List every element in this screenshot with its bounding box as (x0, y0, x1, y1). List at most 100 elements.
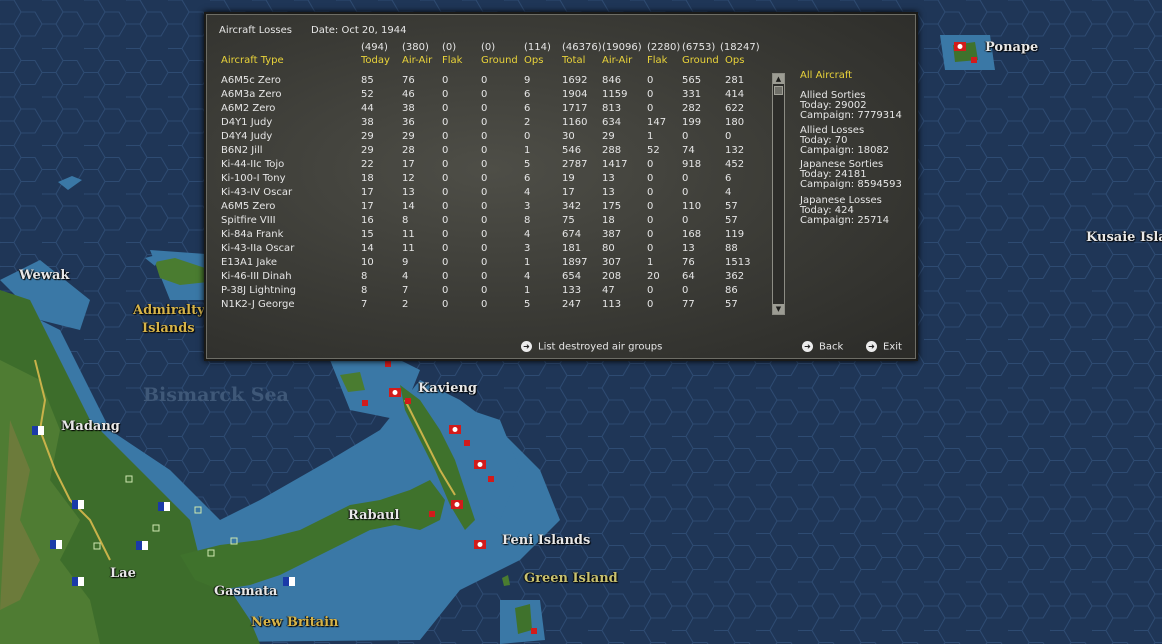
loss-value-cell: 0 (481, 299, 488, 310)
loss-value-cell: 0 (442, 103, 449, 114)
aircraft-losses-panel: Aircraft Losses Date: Oct 20, 1944 (494)… (204, 12, 918, 361)
loss-value-cell: 86 (725, 285, 738, 296)
scroll-down-arrow-icon[interactable]: ▼ (773, 304, 784, 314)
loss-value-cell: 2 (524, 117, 531, 128)
loss-value-cell: 11 (402, 229, 415, 240)
loss-value-cell: 13 (602, 173, 615, 184)
loss-value-cell: 29 (402, 131, 415, 142)
loss-value-cell: 11 (402, 243, 415, 254)
column-header: Ops (725, 55, 745, 66)
loss-value-cell: 387 (602, 229, 622, 240)
loss-value-cell: 29 (361, 131, 374, 142)
aircraft-type-cell: Ki-44-IIc Tojo (221, 159, 285, 170)
exit-label: Exit (883, 341, 902, 353)
loss-value-cell: 30 (562, 131, 575, 142)
loss-value-cell: 247 (562, 299, 582, 310)
loss-value-cell: 133 (562, 285, 582, 296)
loss-value-cell: 0 (481, 131, 488, 142)
loss-value-cell: 13 (402, 187, 415, 198)
loss-value-cell: 0 (682, 173, 689, 184)
loss-value-cell: 5 (524, 299, 531, 310)
loss-value-cell: 4 (524, 187, 531, 198)
loss-value-cell: 546 (562, 145, 582, 156)
loss-value-cell: 20 (647, 271, 660, 282)
loss-value-cell: 64 (682, 271, 695, 282)
aircraft-type-cell: A6M2 Zero (221, 103, 276, 114)
map-label-rabaul: Rabaul (348, 508, 400, 523)
loss-value-cell: 7 (361, 299, 368, 310)
loss-value-cell: 288 (602, 145, 622, 156)
loss-value-cell: 918 (682, 159, 702, 170)
loss-value-cell: 0 (442, 215, 449, 226)
loss-value-cell: 0 (481, 271, 488, 282)
map-label-gasmata: Gasmata (214, 584, 278, 599)
loss-value-cell: 0 (682, 131, 689, 142)
loss-value-cell: 0 (481, 187, 488, 198)
loss-value-cell: 28 (402, 145, 415, 156)
column-header: Today (361, 55, 390, 66)
loss-value-cell: 0 (647, 215, 654, 226)
loss-value-cell: 18 (361, 173, 374, 184)
loss-value-cell: 57 (725, 299, 738, 310)
loss-value-cell: 18 (602, 215, 615, 226)
column-total: (0) (442, 42, 457, 53)
loss-value-cell: 0 (647, 285, 654, 296)
column-total: (18247) (720, 42, 760, 53)
column-header: Air-Air (402, 55, 433, 66)
column-header: Total (562, 55, 586, 66)
loss-value-cell: 342 (562, 201, 582, 212)
loss-value-cell: 565 (682, 75, 702, 86)
loss-value-cell: 208 (602, 271, 622, 282)
column-total: (380) (402, 42, 429, 53)
loss-value-cell: 29 (602, 131, 615, 142)
loss-value-cell: 168 (682, 229, 702, 240)
scroll-thumb[interactable] (774, 86, 783, 95)
loss-value-cell: 0 (442, 75, 449, 86)
loss-value-cell: 6 (524, 103, 531, 114)
loss-value-cell: 10 (361, 257, 374, 268)
loss-value-cell: 0 (647, 173, 654, 184)
column-header: Air-Air (602, 55, 633, 66)
loss-value-cell: 6 (725, 173, 732, 184)
back-button[interactable]: ➜ Back (802, 341, 843, 353)
loss-value-cell: 4 (725, 187, 732, 198)
loss-value-cell: 0 (442, 299, 449, 310)
loss-value-cell: 12 (402, 173, 415, 184)
loss-value-cell: 9 (524, 75, 531, 86)
loss-value-cell: 147 (647, 117, 667, 128)
loss-value-cell: 1 (524, 257, 531, 268)
loss-value-cell: 2787 (562, 159, 588, 170)
loss-value-cell: 119 (725, 229, 745, 240)
column-total: (0) (481, 42, 496, 53)
loss-value-cell: 6 (524, 173, 531, 184)
list-destroyed-air-groups-button[interactable]: ➜ List destroyed air groups (521, 341, 662, 353)
loss-value-cell: 0 (481, 201, 488, 212)
loss-value-cell: 7 (402, 285, 409, 296)
loss-value-cell: 75 (562, 215, 575, 226)
aircraft-type-cell: A6M5 Zero (221, 201, 276, 212)
loss-value-cell: 5 (524, 159, 531, 170)
loss-value-cell: 38 (361, 117, 374, 128)
exit-button[interactable]: ➜ Exit (866, 341, 902, 353)
loss-value-cell: 132 (725, 145, 745, 156)
aircraft-type-cell: Spitfire VIII (221, 215, 276, 226)
loss-value-cell: 362 (725, 271, 745, 282)
loss-value-cell: 15 (361, 229, 374, 240)
loss-value-cell: 0 (481, 89, 488, 100)
loss-value-cell: 4 (402, 271, 409, 282)
loss-value-cell: 846 (602, 75, 622, 86)
loss-value-cell: 110 (682, 201, 702, 212)
table-scrollbar[interactable]: ▲ ▼ (772, 73, 785, 315)
loss-value-cell: 85 (361, 75, 374, 86)
loss-value-cell: 4 (524, 229, 531, 240)
scroll-up-arrow-icon[interactable]: ▲ (773, 74, 784, 84)
aircraft-type-cell: A6M3a Zero (221, 89, 282, 100)
loss-value-cell: 80 (602, 243, 615, 254)
loss-value-cell: 0 (647, 159, 654, 170)
loss-value-cell: 813 (602, 103, 622, 114)
all-aircraft-header[interactable]: All Aircraft (800, 71, 852, 81)
map-label-lae: Lae (110, 566, 136, 581)
loss-value-cell: 4 (524, 271, 531, 282)
column-header: Ground (682, 55, 719, 66)
column-total: (114) (524, 42, 551, 53)
